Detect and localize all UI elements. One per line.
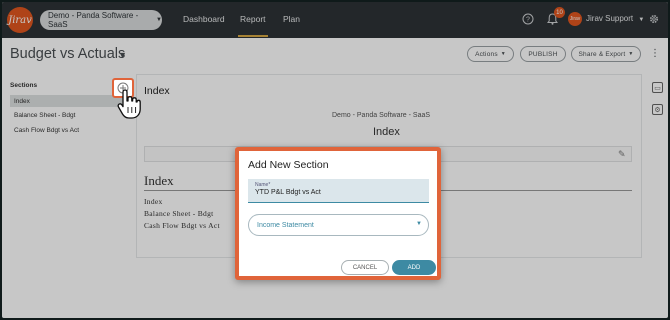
cancel-button[interactable]: CANCEL xyxy=(341,260,389,275)
add-button[interactable]: ADD xyxy=(392,260,436,275)
hand-cursor-icon xyxy=(117,89,141,119)
app-window: Jirav Demo - Panda Software - SaaS ▼ Das… xyxy=(2,2,668,318)
dialog-title: Add New Section xyxy=(248,159,329,171)
section-type-select[interactable]: Income Statement ▼ xyxy=(248,214,429,236)
section-type-value: Income Statement xyxy=(257,221,314,229)
name-field-value[interactable]: YTD P&L Bdgt vs Act xyxy=(255,189,422,196)
name-field-label: Name* xyxy=(255,182,271,188)
chevron-down-icon: ▼ xyxy=(416,221,422,227)
section-name-field[interactable]: Name* YTD P&L Bdgt vs Act xyxy=(248,179,429,203)
add-section-dialog: Add New Section Name* YTD P&L Bdgt vs Ac… xyxy=(235,147,441,280)
